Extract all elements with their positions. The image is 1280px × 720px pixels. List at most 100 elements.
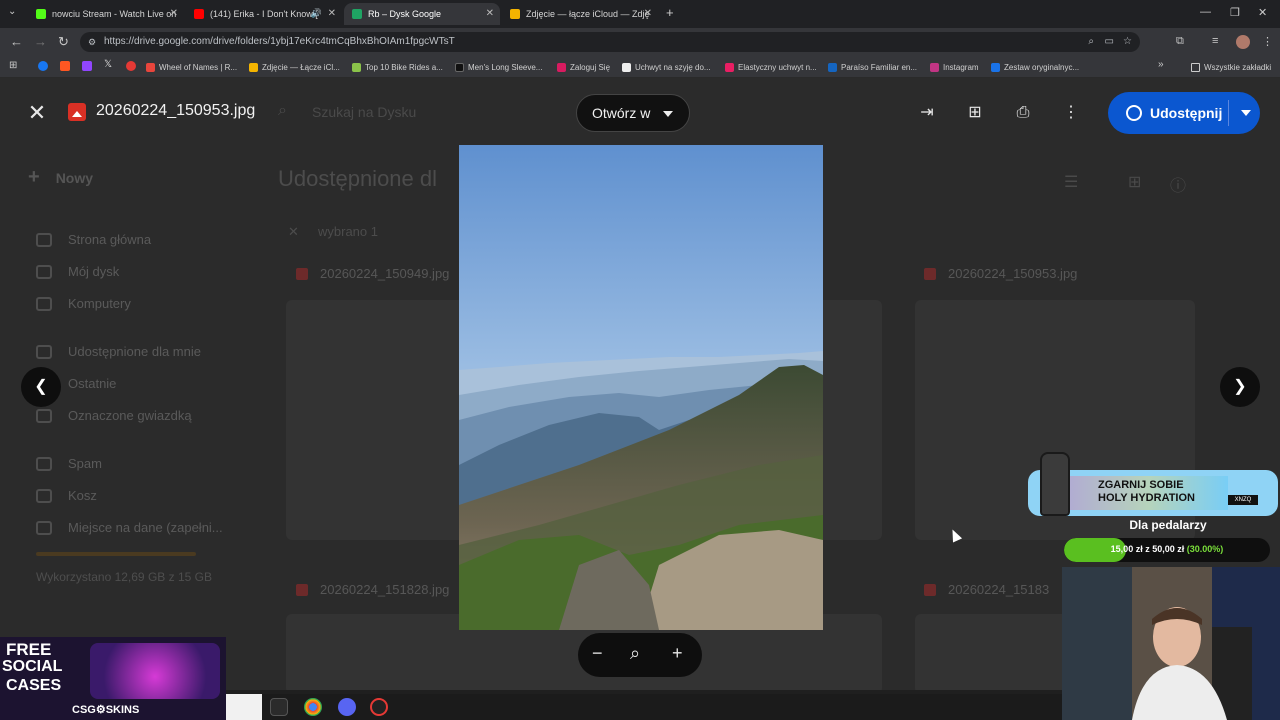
bookmark-label: Uchwyt na szyję do...	[635, 62, 711, 72]
mountain-landscape-photo	[459, 145, 823, 630]
x-icon[interactable]: 𝕏	[104, 59, 112, 70]
open-with-button[interactable]: Otwórz w	[576, 94, 690, 132]
close-icon[interactable]: ✕	[486, 8, 494, 19]
bookmark-icon	[455, 62, 464, 72]
bookmark-label: Top 10 Bike Rides a...	[365, 62, 443, 72]
preview-image	[459, 145, 823, 630]
tab-drive[interactable]: Rb – Dysk Google ✕	[344, 3, 500, 25]
tab-search-icon[interactable]: ⌄	[8, 6, 16, 17]
bookmark-item[interactable]: Zaloguj Się	[557, 60, 610, 74]
folder-icon	[1191, 62, 1200, 72]
streamer-webcam-image	[1062, 567, 1280, 720]
back-icon[interactable]: ←	[10, 34, 23, 49]
sidebar-label: Miejsce na dane (zapełni...	[68, 520, 223, 535]
reload-icon[interactable]: ↻	[58, 34, 69, 50]
add-comment-icon[interactable]: ⊞	[964, 102, 986, 124]
tab-youtube[interactable]: (141) Erika - I Don't Know [ 🔊 ✕	[186, 3, 342, 25]
sidebar-item-shared: Udostępnione dla mnie	[36, 344, 201, 359]
home-icon	[36, 232, 52, 247]
minimize-icon[interactable]: —	[1200, 6, 1211, 18]
bookmark-item[interactable]: Elastyczny uchwyt n...	[725, 60, 817, 74]
facebook-icon[interactable]	[38, 61, 48, 71]
bookmark-label: Wheel of Names | R...	[159, 62, 238, 72]
bookmark-icon	[249, 62, 258, 72]
close-icon[interactable]: ✕	[328, 8, 336, 19]
close-icon[interactable]: ✕	[170, 8, 178, 19]
terminal-icon[interactable]	[270, 698, 288, 716]
bookmark-item[interactable]: Uchwyt na szyję do...	[622, 60, 711, 74]
share-button[interactable]: Udostępnij	[1108, 92, 1260, 134]
extensions-icon[interactable]: ⧉	[1176, 35, 1184, 48]
divider	[1228, 100, 1229, 126]
bookmark-star-icon[interactable]: ☆	[1123, 32, 1132, 52]
bookmark-icon	[557, 62, 566, 72]
cloud-icon	[36, 520, 52, 535]
profile-avatar[interactable]	[1236, 35, 1250, 49]
bookmark-item[interactable]: Instagram	[930, 60, 979, 74]
zoom-in-button[interactable]: +	[672, 643, 683, 664]
audio-icon[interactable]: 🔊	[311, 8, 322, 19]
list-view-icon: ☰	[1064, 174, 1079, 191]
bookmark-label: Elastyczny uchwyt n...	[738, 62, 817, 72]
share-label: Udostępnij	[1150, 105, 1223, 121]
next-image-button[interactable]: ❯	[1220, 367, 1260, 407]
site-info-icon[interactable]: ⚙	[88, 32, 96, 52]
more-icon[interactable]: ⋮	[1060, 102, 1082, 124]
bookmark-item[interactable]: Zdjęcie — Łącze iCl...	[249, 60, 340, 74]
plus-icon: +	[28, 166, 40, 188]
bookmark-item[interactable]: Men's Long Sleeve...	[455, 60, 542, 74]
tab-kick[interactable]: nowciu Stream - Watch Live on ✕	[28, 3, 184, 25]
bookmark-item[interactable]: Top 10 Bike Rides a...	[352, 60, 443, 74]
media-icon[interactable]: ≡	[1212, 35, 1218, 47]
bookmark-item[interactable]: Wheel of Names | R...	[146, 60, 237, 74]
all-bookmarks-label: Wszystkie zakładki	[1204, 62, 1272, 72]
close-viewer-button[interactable]: ✕	[24, 100, 50, 126]
menu-icon[interactable]: ⋮	[1262, 35, 1273, 48]
file-name: 20260224_150949.jpg	[320, 266, 450, 281]
bookmark-icon	[146, 62, 155, 72]
all-bookmarks[interactable]: Wszystkie zakładki	[1191, 60, 1271, 74]
window-close-icon[interactable]: ✕	[1258, 6, 1267, 19]
bookmark-icon[interactable]	[126, 61, 136, 71]
file-card-title: 20260224_151828.jpg	[296, 582, 449, 597]
search-box[interactable]	[226, 694, 262, 720]
bookmark-icon[interactable]	[60, 61, 70, 71]
address-bar[interactable]: ⚙ https://drive.google.com/drive/folders…	[80, 32, 1140, 52]
bookmark-item[interactable]: Paraíso Familiar en...	[828, 60, 917, 74]
more-bookmarks-icon[interactable]: »	[1158, 59, 1164, 70]
file-card-title: 20260224_150953.jpg	[924, 266, 1077, 281]
zoom-controls: − ⌕ +	[578, 633, 702, 677]
move-icon[interactable]: ⇥	[916, 102, 938, 124]
previous-image-button[interactable]: ❮	[21, 367, 61, 407]
chevron-down-icon[interactable]	[1241, 110, 1251, 116]
image-icon	[296, 267, 308, 280]
tab-icloud[interactable]: Zdjęcie — łącze iCloud — Zdję ✕	[502, 3, 658, 25]
case-graphic	[90, 643, 220, 699]
obs-icon[interactable]	[370, 698, 388, 716]
print-icon[interactable]: ⎙	[1012, 102, 1034, 124]
zoom-icon[interactable]: ⌕	[1088, 32, 1094, 52]
sidebar-label: Ostatnie	[68, 376, 117, 391]
zoom-search-icon[interactable]: ⌕	[630, 643, 640, 664]
chevron-down-icon	[663, 111, 673, 117]
restore-icon[interactable]: ❐	[1230, 6, 1240, 19]
ad-brand: CSG⚙SKINS	[72, 704, 140, 716]
close-icon[interactable]: ✕	[644, 8, 652, 19]
bookmark-icon	[622, 62, 631, 72]
discord-icon[interactable]	[338, 698, 356, 716]
forward-icon[interactable]: →	[34, 34, 47, 49]
info-icon: ⓘ	[1170, 178, 1187, 195]
zoom-out-button[interactable]: −	[592, 643, 603, 664]
new-button-label: Nowy	[55, 169, 94, 186]
apps-grid-icon[interactable]: ⊞	[9, 60, 17, 71]
cast-icon[interactable]: ▭	[1105, 32, 1114, 52]
twitch-icon[interactable]	[82, 61, 92, 71]
new-tab-button[interactable]: +	[666, 5, 674, 20]
bookmark-item[interactable]: Zestaw oryginalnyc...	[991, 60, 1079, 74]
taskbar	[226, 694, 1062, 720]
chrome-icon[interactable]	[304, 698, 322, 716]
viewer-header: ✕ 20260224_150953.jpg Otwórz w ⇥ ⊞ ⎙ ⋮ U…	[0, 90, 1280, 136]
sidebar-label: Strona główna	[68, 232, 152, 247]
sidebar-label: Kosz	[68, 488, 97, 503]
ad-text: CASES	[6, 677, 62, 694]
